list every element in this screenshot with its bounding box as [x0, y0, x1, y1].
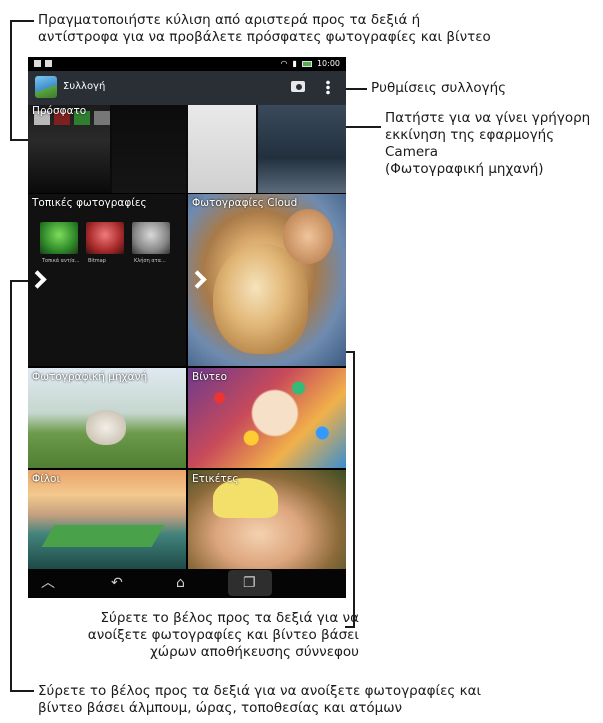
- cloud-photo-face: [283, 209, 333, 264]
- chevron-right-icon[interactable]: [190, 269, 204, 291]
- callout-local-arrow: Σύρετε το βέλος προς τα δεξιά για να ανο…: [38, 683, 481, 717]
- leader-line-recent: [10, 20, 34, 22]
- local-thumb-green: Τοπικά αντ/α...: [40, 222, 80, 264]
- recent-thumb: [188, 105, 256, 193]
- callout-local-line1: Σύρετε το βέλος προς τα δεξιά για να ανο…: [38, 683, 482, 699]
- gallery-app-icon[interactable]: [35, 76, 57, 98]
- tile-label-friends: Φίλοι: [32, 473, 61, 485]
- action-bar: Συλλογή: [28, 71, 346, 105]
- leader-line-local-arrow: [10, 690, 34, 692]
- callout-camera-line3: (Φωτογραφική μηχανή): [385, 161, 544, 177]
- callout-camera-launch: Πατήστε για να γίνει γρήγορη εκκίνηση τη…: [385, 110, 601, 178]
- notification-icon: [34, 60, 41, 67]
- callout-cloud-line2: ανοίξετε φωτογραφίες και βίντεο βάσει: [87, 627, 359, 643]
- tile-local-photos[interactable]: Τοπικές φωτογραφίες Τοπικά αντ/α... Bitm…: [28, 194, 186, 366]
- recent-apps-button[interactable]: ❐: [228, 570, 272, 596]
- camera-icon[interactable]: [291, 81, 305, 92]
- tile-tags[interactable]: Ετικέτες: [188, 470, 346, 569]
- callout-cloud-line1: Σύρετε το βέλος προς τα δεξιά για να: [100, 610, 360, 626]
- tile-recent[interactable]: Πρόσφατο: [28, 105, 346, 193]
- battery-icon: [301, 60, 312, 67]
- local-thumb-red: Bitmap: [86, 222, 124, 264]
- recent-apps-icon: ❐: [243, 575, 256, 591]
- leader-line-cloud-arrow: [345, 626, 355, 628]
- leader-line-local-arrow: [10, 280, 12, 691]
- friends-photo-pier: [41, 525, 165, 547]
- image-notification-icon: [45, 60, 52, 67]
- leader-line-cloud-arrow: [353, 351, 355, 627]
- tile-cloud-photos[interactable]: Φωτογραφίες Cloud: [188, 194, 346, 366]
- tile-label-tags: Ετικέτες: [192, 473, 239, 485]
- tile-friends[interactable]: Φίλοι: [28, 470, 186, 569]
- callout-camera-line1: Πατήστε για να γίνει γρήγορη: [385, 110, 591, 126]
- status-time: 10:00: [316, 59, 340, 68]
- callout-scroll-recent-line2: αντίστροφα για να προβάλετε πρόσφατες φω…: [38, 29, 491, 45]
- leader-line-recent: [10, 20, 12, 140]
- up-icon[interactable]: ︿: [41, 575, 55, 591]
- recent-thumb: [94, 111, 110, 125]
- navigation-bar: ︿ ↶ ⌂ ❐: [28, 569, 346, 598]
- tablet-screen: ◠ ▮ 10:00 Συλλογή Πρόσφατο Τοπικές φωτογ…: [28, 57, 346, 598]
- local-thumb-caption: Bitmap: [88, 258, 106, 264]
- camera-photo-baby: [86, 410, 126, 445]
- overflow-menu-icon[interactable]: [326, 80, 330, 95]
- tile-label-recent: Πρόσφατο: [32, 105, 87, 117]
- status-bar: ◠ ▮ 10:00: [28, 57, 346, 71]
- local-thumb-caption: Κλήση ατα...: [134, 258, 166, 264]
- recent-thumb: [112, 105, 186, 193]
- tile-video[interactable]: Βίντεο: [188, 368, 346, 468]
- local-thumb-caption: Τοπικά αντ/α...: [42, 258, 80, 264]
- callout-local-line2: βίντεο βάσει άλμπουμ, ώρας, τοποθεσίας κ…: [38, 700, 403, 716]
- signal-icon: ▮: [292, 59, 297, 68]
- wifi-icon: ◠: [280, 59, 288, 68]
- tile-label-local: Τοπικές φωτογραφίες: [32, 197, 147, 209]
- home-icon[interactable]: ⌂: [176, 575, 185, 591]
- tile-label-video: Βίντεο: [192, 371, 228, 383]
- chevron-right-icon[interactable]: [30, 269, 44, 291]
- callout-scroll-recent-line1: Πραγματοποιήστε κύλιση από αριστερά προς…: [38, 12, 421, 28]
- callout-gallery-settings: Ρυθμίσεις συλλογής: [371, 80, 507, 96]
- tile-label-camera: Φωτογραφική μηχανή: [32, 371, 148, 383]
- recent-thumb: [258, 105, 346, 193]
- callout-camera-line2: εκκίνηση της εφαρμογής Camera: [385, 127, 555, 160]
- callout-cloud-line3: χώρων αποθήκευσης σύννεφου: [149, 644, 359, 660]
- callout-cloud-arrow: Σύρετε το βέλος προς τα δεξιά για να ανο…: [82, 610, 359, 661]
- callout-scroll-recent: Πραγματοποιήστε κύλιση από αριστερά προς…: [38, 12, 491, 46]
- tile-camera-photos[interactable]: Φωτογραφική μηχανή: [28, 368, 186, 468]
- tile-label-cloud: Φωτογραφίες Cloud: [192, 197, 298, 209]
- app-title: Συλλογή: [63, 81, 106, 92]
- back-icon[interactable]: ↶: [111, 575, 123, 591]
- local-thumb-gray: Κλήση ατα...: [132, 222, 170, 264]
- cloud-photo-dog: [213, 244, 308, 354]
